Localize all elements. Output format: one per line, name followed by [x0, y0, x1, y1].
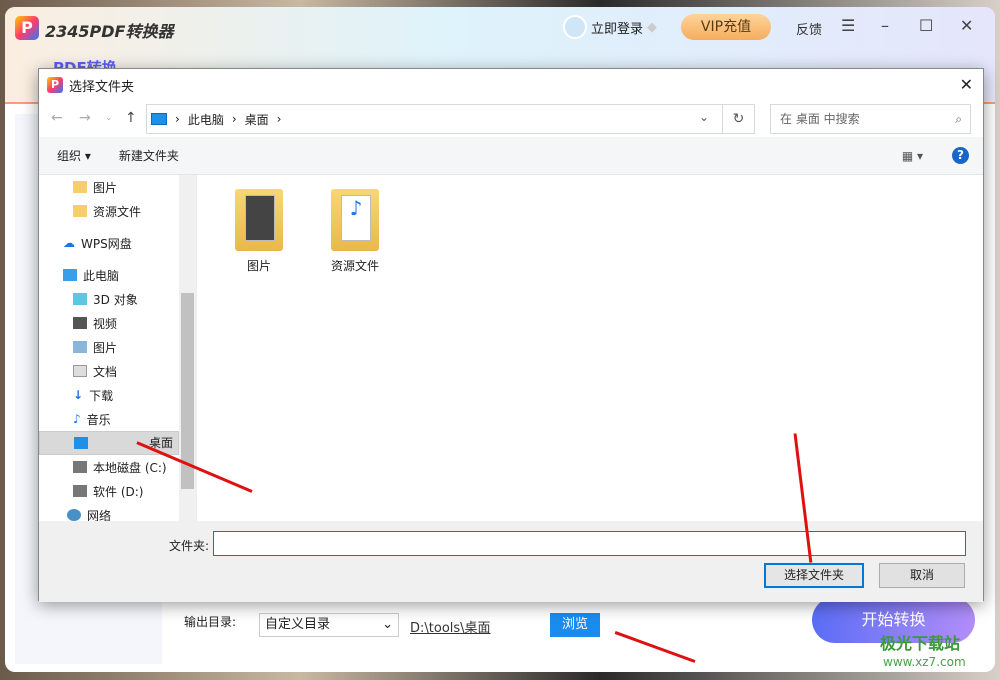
tree-label: 本地磁盘 (C:) — [93, 460, 167, 475]
tree-label: 资源文件 — [93, 204, 142, 219]
navigation-tree: 图片 资源文件 ☁ WPS网盘 此电脑 3D 对象 视频 图片 文档 ↓ 下载 ♪ 音… — [39, 175, 196, 521]
up-icon[interactable]: ↑ — [125, 110, 137, 126]
folder-icon — [235, 189, 283, 251]
cloud-icon: ☁ — [63, 236, 75, 250]
tree-item-wps[interactable]: ☁ WPS网盘 — [39, 231, 196, 255]
avatar-icon — [563, 15, 587, 39]
tree-label: 视频 — [93, 316, 118, 331]
organize-menu[interactable]: 组织 ▾ — [57, 147, 91, 164]
drive-icon — [73, 461, 87, 473]
vip-button[interactable]: VIP充值 — [681, 14, 771, 40]
recent-dropdown-icon[interactable]: ⌄ — [105, 113, 113, 123]
tree-item-music[interactable]: ♪ 音乐 — [39, 407, 196, 431]
diamond-icon: ◆ — [647, 19, 658, 35]
login-button[interactable]: 立即登录 ◆ — [563, 15, 657, 39]
breadcrumb-desktop[interactable]: 桌面 — [245, 111, 269, 128]
back-icon[interactable]: ← — [51, 110, 63, 126]
tree-item-pictures-folder[interactable]: 图片 — [39, 175, 196, 199]
picture-icon — [73, 341, 87, 353]
computer-icon — [151, 113, 167, 125]
tree-label: 图片 — [93, 340, 118, 355]
folder-label: 图片 — [246, 259, 271, 273]
chevron-down-icon: ⌄ — [382, 617, 393, 632]
network-icon — [67, 509, 81, 521]
desktop-icon — [74, 437, 88, 449]
music-icon: ♪ — [73, 412, 81, 426]
output-label: 输出目录: — [184, 615, 237, 629]
tree-item-network[interactable]: 网络 — [39, 503, 196, 521]
folder-label: 资源文件 — [330, 259, 379, 273]
folder-icon — [73, 205, 87, 217]
app-name: 2345PDF转换器 — [45, 22, 174, 41]
tree-label: 此电脑 — [83, 268, 120, 283]
help-icon[interactable]: ? — [952, 147, 969, 164]
tree-label: 音乐 — [86, 412, 111, 427]
tree-item-drive-d[interactable]: 软件 (D:) — [39, 479, 196, 503]
tree-label: 图片 — [93, 180, 118, 195]
tree-label: WPS网盘 — [81, 236, 132, 251]
tree-item-pictures[interactable]: 图片 — [39, 335, 196, 359]
tree-label: 文档 — [93, 364, 118, 379]
feedback-button[interactable]: 反馈 — [796, 19, 822, 38]
computer-icon — [63, 269, 77, 281]
close-button[interactable]: ✕ — [960, 16, 973, 35]
drive-icon — [73, 485, 87, 497]
tree-item-this-pc[interactable]: 此电脑 — [39, 263, 196, 287]
tree-label: 3D 对象 — [93, 292, 138, 307]
cube-icon — [73, 293, 87, 305]
search-icon: ⌕ — [955, 112, 962, 126]
folder-input[interactable] — [213, 531, 966, 556]
tree-item-downloads[interactable]: ↓ 下载 — [39, 383, 196, 407]
output-path-link[interactable]: D:\tools\桌面 — [410, 617, 491, 636]
forward-icon[interactable]: → — [79, 110, 91, 126]
dialog-title: 选择文件夹 — [69, 79, 135, 95]
download-icon: ↓ — [73, 388, 84, 402]
tree-label: 下载 — [89, 388, 114, 403]
tree-item-3d[interactable]: 3D 对象 — [39, 287, 196, 311]
address-bar[interactable]: › 此电脑 › 桌面 › — [146, 104, 723, 134]
folder-label: 文件夹: — [169, 539, 210, 553]
new-folder-button[interactable]: 新建文件夹 — [119, 147, 179, 164]
tree-item-resources[interactable]: 资源文件 — [39, 199, 196, 223]
refresh-icon[interactable]: ↻ — [723, 104, 755, 134]
tree-item-documents[interactable]: 文档 — [39, 359, 196, 383]
output-dir-select[interactable]: 自定义目录 ⌄ — [259, 613, 399, 637]
watermark-logo: 极光下载站 — [880, 634, 961, 653]
view-options-icon[interactable]: ▦ ▾ — [902, 149, 923, 163]
select-folder-button[interactable]: 选择文件夹 — [764, 563, 864, 588]
browse-button[interactable]: 浏览 — [550, 613, 600, 637]
dialog-app-icon: P — [47, 77, 63, 93]
app-logo: P — [15, 16, 39, 40]
document-icon — [73, 365, 87, 377]
output-select-value: 自定义目录 — [265, 617, 331, 632]
address-dropdown-icon[interactable]: ⌄ — [699, 110, 709, 124]
select-folder-dialog: P 选择文件夹 ✕ ← → ⌄ ↑ › 此电脑 › 桌面 › ⌄ ↻ 在 桌面 中搜索… — [38, 68, 984, 602]
video-icon — [73, 317, 87, 329]
menu-icon[interactable]: ☰ — [841, 16, 855, 35]
folder-icon — [73, 181, 87, 193]
search-placeholder: 在 桌面 中搜索 — [780, 112, 860, 126]
tree-item-videos[interactable]: 视频 — [39, 311, 196, 335]
tree-label: 网络 — [87, 508, 112, 522]
cancel-button[interactable]: 取消 — [879, 563, 965, 588]
maximize-button[interactable]: ☐ — [919, 16, 933, 35]
search-input[interactable]: 在 桌面 中搜索 ⌕ — [770, 104, 971, 134]
folder-icon: ♪ — [331, 189, 379, 251]
breadcrumb-this-pc[interactable]: 此电脑 — [188, 111, 224, 128]
watermark-url: www.xz7.com — [883, 655, 966, 669]
minimize-button[interactable]: – — [881, 16, 889, 35]
folder-content: 图片 ♪ 资源文件 — [196, 175, 983, 521]
folder-item-resources[interactable]: ♪ 资源文件 — [315, 189, 395, 274]
folder-item-pictures[interactable]: 图片 — [219, 189, 299, 274]
dialog-close-button[interactable]: ✕ — [960, 75, 973, 94]
login-label: 立即登录 — [591, 21, 644, 37]
tree-label: 软件 (D:) — [93, 484, 144, 499]
